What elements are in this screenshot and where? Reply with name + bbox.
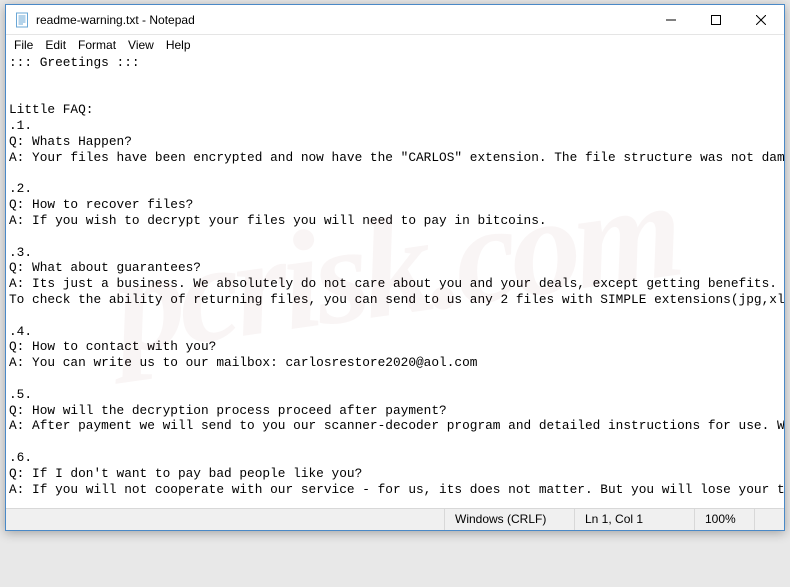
text-editor-area[interactable]: ::: Greetings ::: Little FAQ: .1. Q: Wha… <box>6 54 784 508</box>
window-controls <box>648 5 784 34</box>
status-line-ending: Windows (CRLF) <box>444 509 574 530</box>
status-spacer <box>6 509 444 530</box>
notepad-window: readme-warning.txt - Notepad File Edit F… <box>5 4 785 531</box>
menu-help[interactable]: Help <box>160 37 197 53</box>
minimize-button[interactable] <box>648 5 693 34</box>
menu-file[interactable]: File <box>8 37 39 53</box>
notepad-icon <box>14 12 30 28</box>
statusbar: Windows (CRLF) Ln 1, Col 1 100% <box>6 508 784 530</box>
menubar: File Edit Format View Help <box>6 35 784 54</box>
menu-view[interactable]: View <box>122 37 160 53</box>
menu-edit[interactable]: Edit <box>39 37 72 53</box>
close-button[interactable] <box>738 5 784 34</box>
titlebar: readme-warning.txt - Notepad <box>6 5 784 35</box>
window-title: readme-warning.txt - Notepad <box>36 13 648 27</box>
menu-format[interactable]: Format <box>72 37 122 53</box>
status-encoding <box>754 509 784 530</box>
maximize-button[interactable] <box>693 5 738 34</box>
status-zoom: 100% <box>694 509 754 530</box>
status-cursor-pos: Ln 1, Col 1 <box>574 509 694 530</box>
